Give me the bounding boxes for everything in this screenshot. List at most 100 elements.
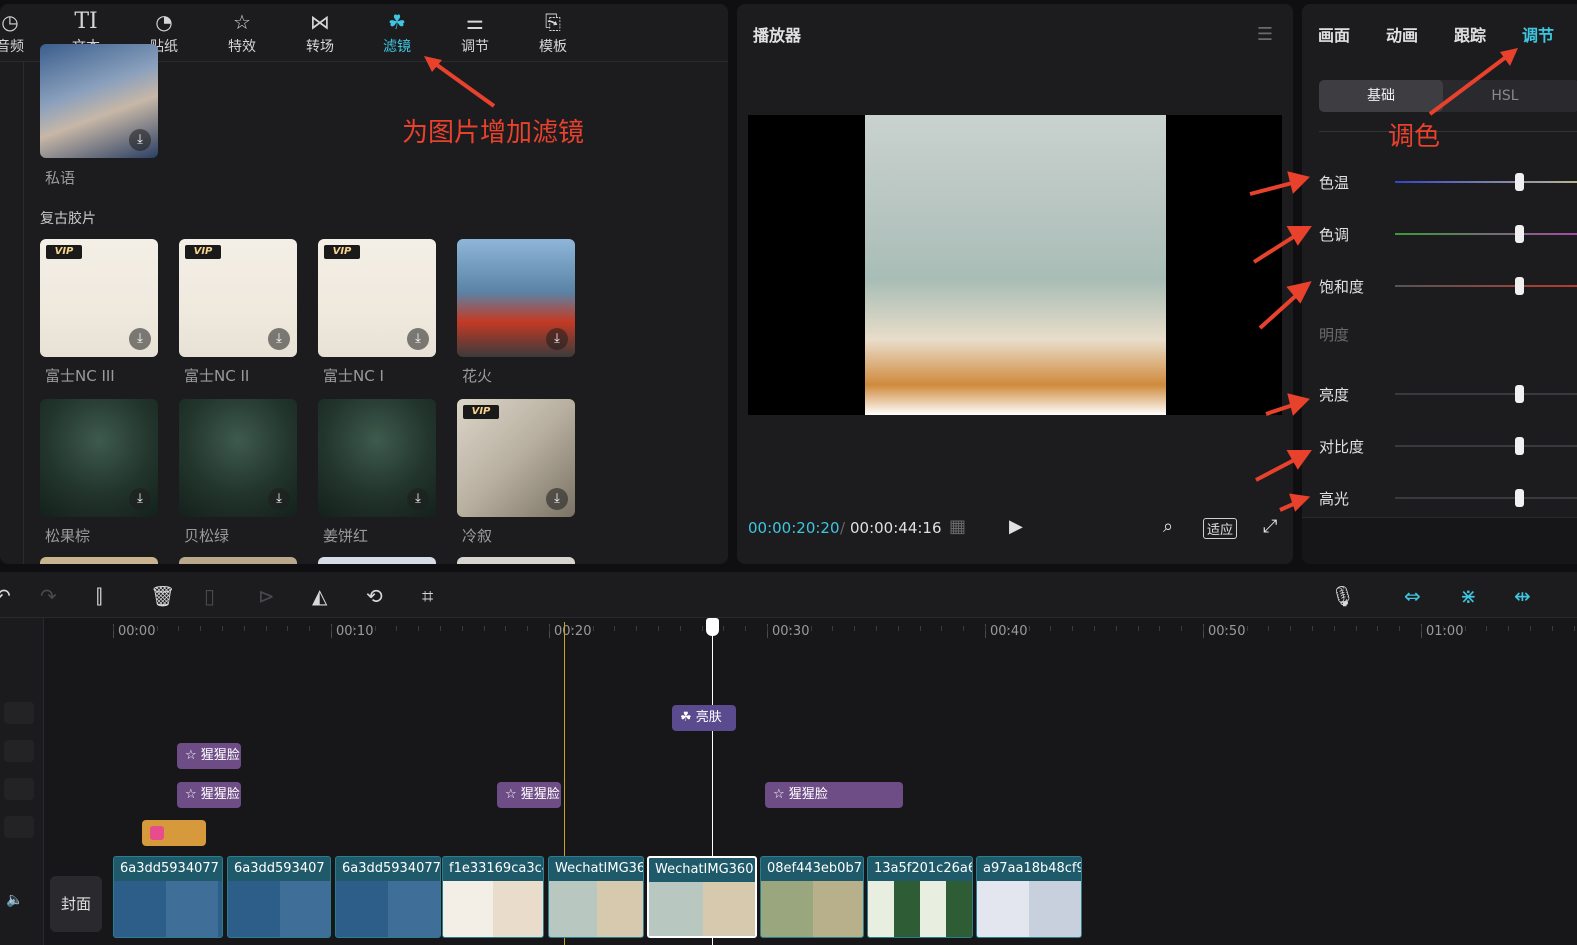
tab-effects[interactable]: ☆ 特效 xyxy=(212,8,272,60)
menu-icon[interactable]: ☰ xyxy=(1257,24,1273,45)
highlight-track[interactable] xyxy=(1395,497,1577,499)
effects-icon: ☆ xyxy=(233,10,251,34)
play-button[interactable]: ▶ xyxy=(1009,516,1023,537)
grid-icon[interactable]: ▦ xyxy=(949,516,966,537)
video-clip[interactable]: 13a5f201c26a6 xyxy=(867,856,973,938)
filter-clip[interactable]: ☘ 亮肤 xyxy=(672,705,736,731)
slider-knob[interactable] xyxy=(1515,277,1524,295)
ruler-minor-tick xyxy=(745,626,746,631)
fit-button[interactable]: 适应 xyxy=(1203,518,1238,539)
slider-knob[interactable] xyxy=(1515,489,1524,507)
filter-thumb[interactable]: ⤓ xyxy=(179,399,297,517)
video-clip-selected[interactable]: WechatIMG360 xyxy=(647,856,757,938)
slider-knob[interactable] xyxy=(1515,173,1524,191)
temperature-track[interactable] xyxy=(1395,181,1577,183)
download-icon[interactable]: ⤓ xyxy=(407,328,429,350)
filter-thumb[interactable]: ⤓ xyxy=(40,399,158,517)
filter-thumb[interactable] xyxy=(179,557,297,564)
filter-thumb[interactable] xyxy=(457,557,575,564)
effect-clip[interactable]: ☆ 猩猩脸 xyxy=(177,782,241,808)
brightness-track[interactable] xyxy=(1395,393,1577,395)
tab-template[interactable]: ⎘ 模板 xyxy=(523,8,583,60)
microphone-icon[interactable]: 🎙 xyxy=(1330,584,1355,608)
inspector-panel: 画面 动画 跟踪 调节 基础 HSL 色温 色调 饱和度 明度 亮度 对比度 高… xyxy=(1302,4,1577,564)
video-preview[interactable] xyxy=(748,115,1282,415)
filter-label: 姜饼红 xyxy=(323,527,369,545)
download-icon[interactable]: ⤓ xyxy=(407,488,429,510)
track-lock-icon[interactable] xyxy=(4,778,34,800)
tab-audio[interactable]: ◷ 音频 xyxy=(0,8,40,60)
filter-thumb[interactable]: VIP ⤓ xyxy=(40,239,158,357)
filter-thumb[interactable]: ⤓ xyxy=(457,239,575,357)
ruler-minor-tick xyxy=(1574,626,1575,631)
track-lock-icon[interactable] xyxy=(4,816,34,838)
mute-icon[interactable]: 🔈 xyxy=(6,892,23,908)
ruler-minor-tick xyxy=(1421,626,1422,631)
ruler-minor-tick xyxy=(898,626,899,631)
video-clip[interactable]: 6a3dd593407 xyxy=(227,856,331,938)
video-clip[interactable]: 6a3dd5934077 xyxy=(113,856,223,938)
snap-icon[interactable]: ⋇ xyxy=(1460,584,1477,608)
split-icon[interactable]: ⫿ xyxy=(96,584,102,608)
cover-button[interactable]: 封面 xyxy=(50,876,102,932)
filter-thumb[interactable]: VIP ⤓ xyxy=(457,399,575,517)
ruler-minor-tick xyxy=(309,626,310,631)
playhead-handle[interactable] xyxy=(706,618,719,636)
crop-icon[interactable]: ⌗ xyxy=(422,584,433,608)
download-icon[interactable]: ⤓ xyxy=(129,328,151,350)
fullscreen-icon[interactable]: ⤢ xyxy=(1263,516,1277,537)
zoom-icon[interactable]: ⌕ xyxy=(1163,516,1173,537)
saturation-track[interactable] xyxy=(1395,285,1577,287)
redo-icon[interactable]: ↷ xyxy=(40,584,57,608)
tab-tracking[interactable]: 跟踪 xyxy=(1454,22,1486,46)
mirror-icon[interactable]: ◭ xyxy=(312,584,327,608)
slider-knob[interactable] xyxy=(1515,437,1524,455)
filter-thumb[interactable] xyxy=(318,557,436,564)
clip-frames xyxy=(761,881,863,937)
effect-clip[interactable]: ☆ 猩猩脸 xyxy=(177,743,241,769)
filter-thumb[interactable] xyxy=(40,557,158,564)
filter-label: 富士NC III xyxy=(45,367,115,385)
effect-clip[interactable]: ☆ 猩猩脸 xyxy=(497,782,561,808)
video-clip[interactable]: WechatIMG36 xyxy=(548,856,644,938)
sticker-icon: ◔ xyxy=(155,10,173,34)
download-icon[interactable]: ⤓ xyxy=(268,328,290,350)
download-icon[interactable]: ⤓ xyxy=(268,488,290,510)
tab-filter[interactable]: ☘ 滤镜 xyxy=(367,8,427,60)
effects-icon: ☆ xyxy=(185,787,201,802)
ruler-minor-tick xyxy=(571,626,572,631)
filter-thumb[interactable]: VIP ⤓ xyxy=(179,239,297,357)
rotate-icon[interactable]: ⟲ xyxy=(366,584,383,608)
tab-animation[interactable]: 动画 xyxy=(1386,22,1418,46)
track-lock-icon[interactable] xyxy=(4,740,34,762)
slider-knob[interactable] xyxy=(1515,225,1524,243)
video-clip[interactable]: 6a3dd5934077 xyxy=(335,856,441,938)
preview-axis-icon[interactable]: ⇹ xyxy=(1514,584,1531,608)
filter-thumb[interactable]: ⤓ xyxy=(318,399,436,517)
track-lock-icon[interactable] xyxy=(4,702,34,724)
reverse-icon[interactable]: ⊳ xyxy=(258,584,275,608)
download-icon[interactable]: ⤓ xyxy=(129,129,151,151)
video-clip[interactable]: a97aa18b48cf93 xyxy=(976,856,1082,938)
delete-icon[interactable]: 🗑 xyxy=(150,584,175,608)
tab-adjust[interactable]: 调节 xyxy=(1522,22,1554,46)
tab-canvas[interactable]: 画面 xyxy=(1318,22,1350,46)
freeze-icon[interactable]: ▯ xyxy=(204,584,215,608)
contrast-track[interactable] xyxy=(1395,445,1577,447)
ruler-minor-tick xyxy=(985,626,986,631)
tint-track[interactable] xyxy=(1395,233,1577,235)
effect-clip[interactable]: ☆ 猩猩脸 xyxy=(765,782,903,808)
sticker-clip[interactable] xyxy=(142,820,206,846)
tab-transition[interactable]: ⋈ 转场 xyxy=(290,8,350,60)
undo-icon[interactable]: ↶ xyxy=(0,584,11,608)
video-clip[interactable]: 08ef443eb0b72 xyxy=(760,856,864,938)
link-icon[interactable]: ⇔ xyxy=(1404,584,1421,608)
download-icon[interactable]: ⤓ xyxy=(546,488,568,510)
download-icon[interactable]: ⤓ xyxy=(546,328,568,350)
video-clip[interactable]: f1e33169ca3c4 xyxy=(442,856,544,938)
filter-thumb[interactable]: VIP ⤓ xyxy=(318,239,436,357)
slider-knob[interactable] xyxy=(1515,385,1524,403)
filter-thumb[interactable]: ⤓ xyxy=(40,44,158,158)
download-icon[interactable]: ⤓ xyxy=(129,488,151,510)
filter-label: 冷叙 xyxy=(462,527,493,545)
